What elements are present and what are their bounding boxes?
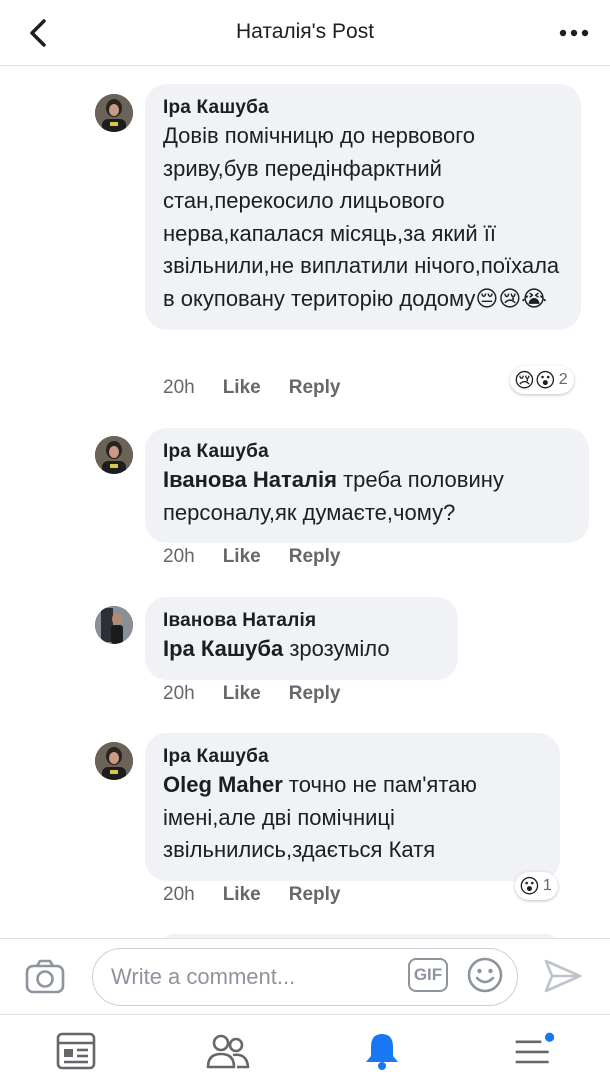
comment-bubble: Іра Кашуба Іванова Наталія треба половин… xyxy=(145,428,589,543)
mention-link[interactable]: Іра Кашуба xyxy=(163,636,283,661)
comment-text: Іра Кашуба зрозуміло xyxy=(163,633,440,666)
comment-actions: 20h Like Reply xyxy=(163,683,340,705)
reaction-icons: 😮 xyxy=(519,874,540,898)
like-button[interactable]: Like xyxy=(223,884,261,906)
bottom-tab-bar xyxy=(0,1014,610,1085)
comment-body: зрозуміло xyxy=(283,636,390,661)
comment-time[interactable]: 20h xyxy=(163,683,195,705)
comment-time[interactable]: 20h xyxy=(163,546,195,568)
avatar-photo-icon xyxy=(95,606,133,644)
avatar-photo-icon xyxy=(95,436,133,474)
comment-body: Довів помічницю до нервового зриву,був п… xyxy=(163,123,560,311)
comment-composer xyxy=(0,938,610,1014)
friends-icon[interactable] xyxy=(206,1031,250,1071)
comment-text: Іванова Наталія треба половину персоналу… xyxy=(163,464,571,529)
send-icon[interactable] xyxy=(542,956,584,996)
reaction-icons: 😢😮 xyxy=(514,368,556,392)
notifications-bell-icon[interactable] xyxy=(360,1031,404,1071)
comment-text: Oleg Maher точно не пам'ятаю імені,але д… xyxy=(163,769,542,867)
comments-list: Іра Кашуба Довів помічницю до нервового … xyxy=(0,66,610,938)
reaction-count: 1 xyxy=(542,877,552,894)
header: Наталія's Post xyxy=(0,0,610,66)
comment-author[interactable]: Іра Кашуба xyxy=(163,745,542,769)
like-button[interactable]: Like xyxy=(223,377,261,399)
like-button[interactable]: Like xyxy=(223,546,261,568)
camera-icon[interactable] xyxy=(24,957,66,997)
avatar-photo-icon xyxy=(95,742,133,780)
mention-link[interactable]: Oleg Maher xyxy=(163,772,283,797)
menu-icon[interactable] xyxy=(512,1031,556,1071)
comment-time[interactable]: 20h xyxy=(163,377,195,399)
avatar[interactable] xyxy=(95,742,133,780)
comment-actions: 20h Like Reply xyxy=(163,884,340,906)
reply-button[interactable]: Reply xyxy=(289,377,341,399)
avatar[interactable] xyxy=(95,436,133,474)
comment-author[interactable]: Іванова Наталія xyxy=(163,609,440,633)
reactions-summary[interactable]: 😮 1 xyxy=(515,872,558,900)
comment-bubble: Іванова Наталія Іра Кашуба зрозуміло xyxy=(145,597,458,680)
reaction-count: 2 xyxy=(558,371,568,388)
comment-author[interactable]: Іра Кашуба xyxy=(163,96,563,120)
comment-emojis: 😔😢😭 xyxy=(475,286,547,312)
page-title: Наталія's Post xyxy=(235,20,375,43)
news-feed-icon[interactable] xyxy=(54,1031,98,1071)
mention-link[interactable]: Іванова Наталія xyxy=(163,467,337,492)
reactions-summary[interactable]: 😢😮 2 xyxy=(510,366,574,394)
like-button[interactable]: Like xyxy=(223,683,261,705)
reply-button[interactable]: Reply xyxy=(289,683,341,705)
emoji-icon[interactable] xyxy=(466,956,504,994)
gif-button[interactable]: GIF xyxy=(408,958,448,992)
avatar-photo-icon xyxy=(95,94,133,132)
reply-button[interactable]: Reply xyxy=(289,546,341,568)
comment-time[interactable]: 20h xyxy=(163,884,195,906)
reply-button[interactable]: Reply xyxy=(289,884,341,906)
avatar[interactable] xyxy=(95,606,133,644)
avatar[interactable] xyxy=(95,94,133,132)
app: Наталія's Post Іра Кашуба Довів помічниц… xyxy=(0,0,610,1085)
comment-text: Довів помічницю до нервового зриву,був п… xyxy=(163,120,563,316)
comment-bubble: Іра Кашуба Oleg Maher точно не пам'ятаю … xyxy=(145,733,560,881)
comment-bubble: Іра Кашуба Довів помічницю до нервового … xyxy=(145,84,581,330)
comment-input[interactable] xyxy=(92,948,518,1006)
comment-author[interactable]: Іра Кашуба xyxy=(163,440,571,464)
comment-actions: 20h Like Reply xyxy=(163,377,340,399)
more-options-icon[interactable] xyxy=(556,22,592,44)
comment-actions: 20h Like Reply xyxy=(163,546,340,568)
